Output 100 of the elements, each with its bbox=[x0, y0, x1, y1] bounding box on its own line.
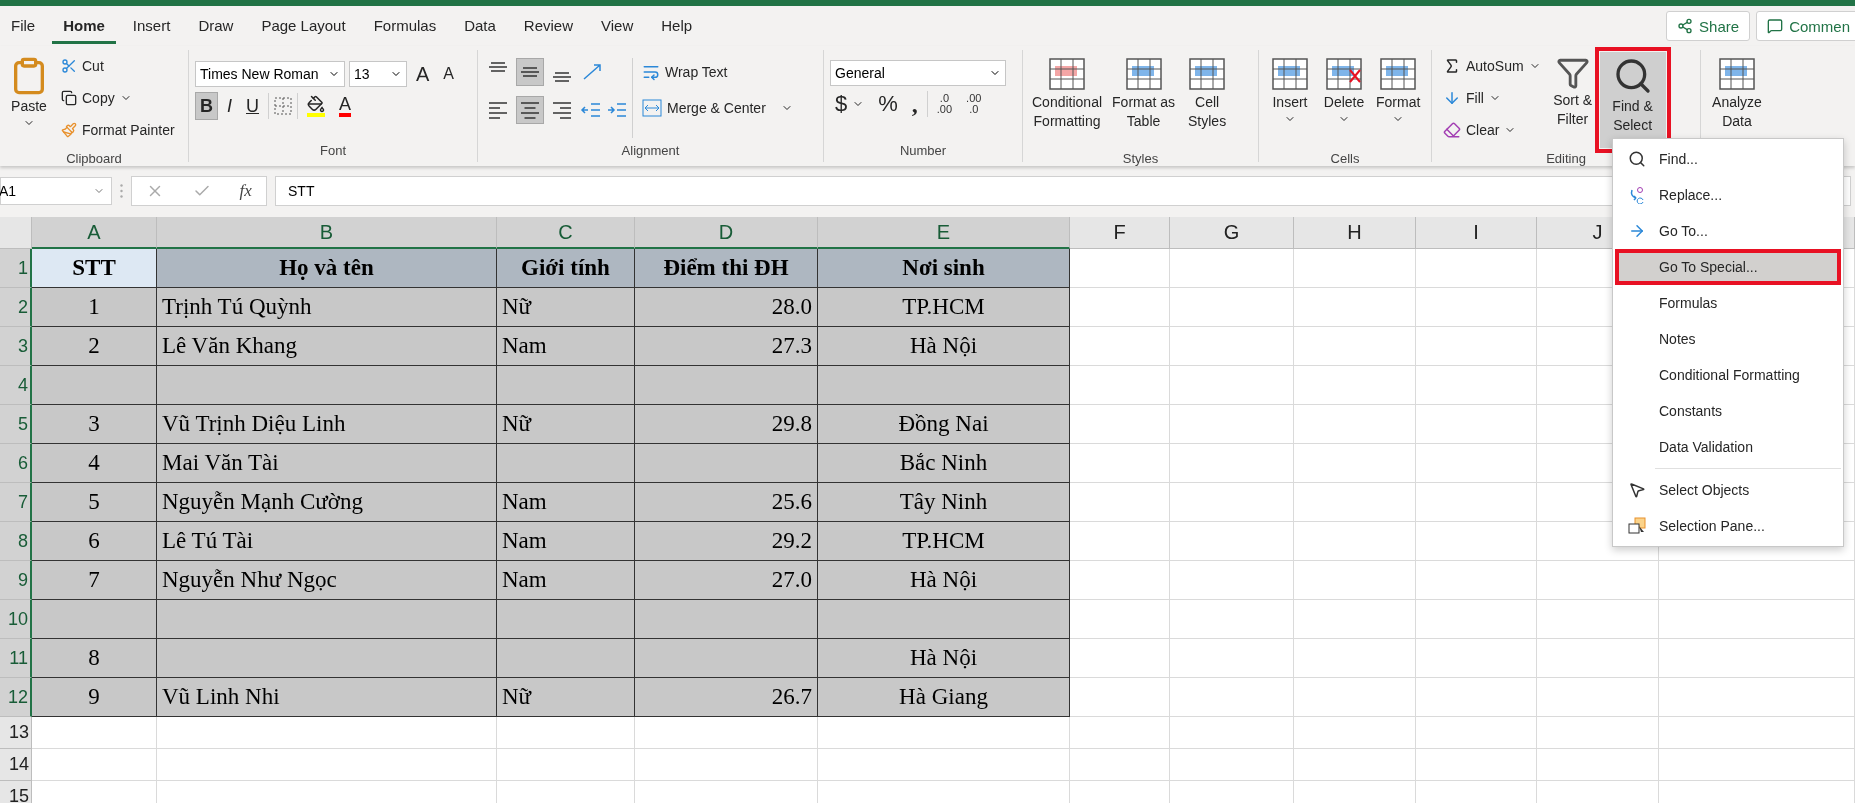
column-header[interactable]: F bbox=[1070, 217, 1170, 249]
ribbon-tab[interactable]: Page Layout bbox=[250, 8, 357, 44]
column-header[interactable]: H bbox=[1294, 217, 1416, 249]
autosum-button[interactable]: AutoSum bbox=[1438, 52, 1546, 80]
row-header[interactable]: 4 bbox=[0, 366, 32, 405]
row-header[interactable]: 14 bbox=[0, 749, 32, 781]
table-cell: Tây Ninh bbox=[818, 483, 1070, 522]
group-label: Editing bbox=[1546, 150, 1586, 168]
table-icon bbox=[1123, 56, 1164, 92]
align-icon bbox=[489, 101, 507, 119]
ribbon-tab[interactable]: Draw bbox=[187, 8, 245, 44]
format-as-table-button[interactable]: Format as Table bbox=[1109, 52, 1179, 148]
bold-button[interactable]: B bbox=[195, 92, 218, 120]
column-header[interactable]: B bbox=[157, 217, 497, 249]
share-button[interactable]: Share bbox=[1666, 11, 1751, 41]
conditional-formatting-button[interactable]: Conditional Formatting bbox=[1029, 52, 1106, 148]
font-size-field[interactable]: 13 bbox=[349, 61, 407, 87]
column-header[interactable]: G bbox=[1170, 217, 1294, 249]
table-cell: Hà Nội bbox=[818, 639, 1070, 678]
arrow-right-icon bbox=[1628, 222, 1646, 240]
decrease-decimal-button[interactable]: .00 .0 bbox=[961, 90, 987, 118]
menu-item[interactable]: Notes bbox=[1615, 321, 1841, 357]
shrink-font-button[interactable]: A bbox=[438, 60, 459, 88]
italic-button[interactable]: I bbox=[222, 92, 237, 120]
menu-item[interactable]: Conditional Formatting bbox=[1615, 357, 1841, 393]
currency-button[interactable]: $ bbox=[830, 90, 870, 118]
menu-item[interactable]: Selection Pane... bbox=[1615, 508, 1841, 544]
grow-font-button[interactable]: A bbox=[411, 60, 435, 88]
column-header[interactable]: A bbox=[32, 217, 157, 249]
table-cell: TP.HCM bbox=[818, 522, 1070, 561]
row-header[interactable]: 13 bbox=[0, 717, 32, 749]
row-header[interactable]: 12 bbox=[0, 678, 32, 717]
wrap-text-button[interactable]: Wrap Text bbox=[637, 58, 798, 86]
row-header[interactable]: 1 bbox=[0, 249, 32, 288]
underline-button[interactable]: U bbox=[241, 92, 264, 120]
comma-button[interactable]: , bbox=[906, 90, 923, 118]
align-icon bbox=[489, 62, 507, 72]
clear-button[interactable]: Clear bbox=[1438, 116, 1546, 144]
table-cell: Trịnh Tú Quỳnh bbox=[157, 288, 497, 327]
ribbon-tab[interactable]: View bbox=[590, 8, 645, 44]
column-header[interactable]: E bbox=[818, 217, 1070, 249]
table-cell: 8 bbox=[32, 639, 157, 678]
comments-button[interactable]: Commen bbox=[1756, 11, 1855, 41]
menu-item[interactable]: Formulas bbox=[1615, 285, 1841, 321]
replace-icon bbox=[1628, 186, 1646, 204]
table-icon bbox=[1378, 56, 1419, 92]
merge-center-button[interactable]: Merge & Center bbox=[637, 94, 798, 122]
sort-filter-button[interactable]: Sort & Filter bbox=[1549, 52, 1596, 148]
table-cell: Giới tính bbox=[497, 249, 635, 288]
column-header[interactable]: C bbox=[497, 217, 635, 249]
row-header[interactable]: 15 bbox=[0, 781, 32, 803]
ribbon-tab[interactable]: Review bbox=[512, 8, 585, 44]
menu-item[interactable]: Select Objects bbox=[1615, 472, 1841, 508]
row-header[interactable]: 9 bbox=[0, 561, 32, 600]
table-cell: Nam bbox=[497, 522, 635, 561]
column-header[interactable]: I bbox=[1416, 217, 1537, 249]
ribbon-tab[interactable]: File bbox=[0, 8, 47, 44]
font-name-field[interactable]: Times New Roman bbox=[195, 61, 345, 87]
table-cell: Nữ bbox=[497, 288, 635, 327]
table-cell: Nam bbox=[497, 327, 635, 366]
cut-button[interactable]: Cut bbox=[56, 52, 180, 80]
row-header[interactable]: 2 bbox=[0, 288, 32, 327]
font-color-button[interactable]: A bbox=[334, 92, 357, 120]
paste-button[interactable]: Paste bbox=[6, 52, 52, 148]
menu-item[interactable]: Constants bbox=[1615, 393, 1841, 429]
row-header[interactable]: 3 bbox=[0, 327, 32, 366]
format-painter-button[interactable]: Format Painter bbox=[56, 116, 180, 144]
row-header[interactable]: 11 bbox=[0, 639, 32, 678]
middle-align-button[interactable] bbox=[516, 58, 544, 86]
ribbon-tab[interactable]: Data bbox=[453, 8, 507, 44]
row-header[interactable]: 10 bbox=[0, 600, 32, 639]
row-header[interactable]: 7 bbox=[0, 483, 32, 522]
menu-item[interactable]: Go To Special... bbox=[1615, 249, 1841, 285]
menu-item[interactable]: Data Validation bbox=[1615, 429, 1841, 465]
delete-button[interactable]: Delete bbox=[1319, 52, 1369, 148]
column-header[interactable]: D bbox=[635, 217, 818, 249]
table-cell: Lê Tú Tài bbox=[157, 522, 497, 561]
cell-styles-button[interactable]: Cell Styles bbox=[1182, 52, 1233, 148]
align-center-button[interactable] bbox=[516, 96, 544, 124]
find-select-button[interactable]: Find & Select bbox=[1599, 52, 1666, 148]
row-header[interactable]: 8 bbox=[0, 522, 32, 561]
pointer-icon bbox=[1628, 481, 1646, 499]
ribbon-tab[interactable]: Formulas bbox=[362, 8, 448, 44]
row-header[interactable]: 6 bbox=[0, 444, 32, 483]
number-format-field[interactable]: General bbox=[830, 60, 1006, 86]
insert-function-button[interactable]: fx bbox=[239, 181, 252, 201]
fill-button[interactable]: Fill bbox=[1438, 84, 1546, 112]
selection-pane-icon bbox=[1627, 517, 1647, 535]
table-icon bbox=[1187, 56, 1228, 92]
increase-decimal-button[interactable]: .0 .00 bbox=[931, 90, 958, 118]
ribbon-tab[interactable]: Insert bbox=[121, 8, 182, 44]
insert-button[interactable]: Insert bbox=[1265, 52, 1315, 148]
table-cell: 6 bbox=[32, 522, 157, 561]
row-header[interactable]: 5 bbox=[0, 405, 32, 444]
align-icon bbox=[521, 101, 539, 119]
grip-icon bbox=[120, 184, 123, 198]
ribbon-tab[interactable]: Help bbox=[650, 8, 704, 44]
percent-button[interactable]: % bbox=[873, 90, 903, 118]
format-button[interactable]: Format bbox=[1373, 52, 1424, 148]
copy-button[interactable]: Copy bbox=[56, 84, 180, 112]
